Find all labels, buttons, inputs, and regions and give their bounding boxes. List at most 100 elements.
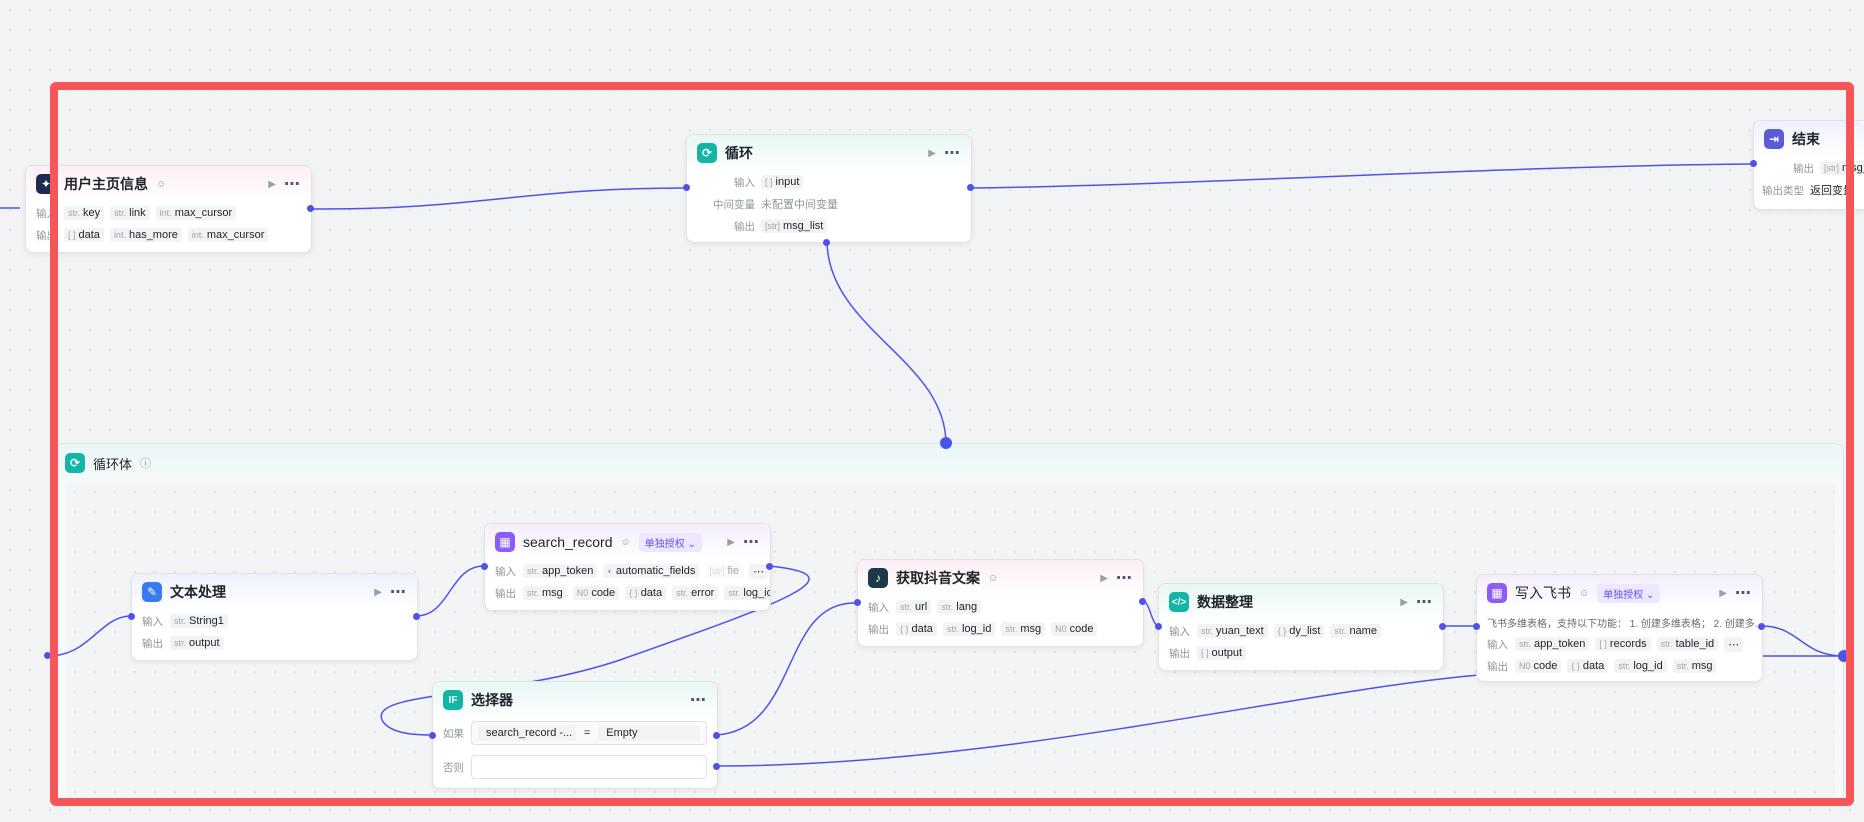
param-tag: N0 code — [572, 586, 620, 600]
play-icon[interactable]: ▶ — [268, 179, 276, 190]
input-port[interactable] — [1473, 623, 1480, 630]
input-label: 输入 — [36, 207, 57, 220]
output-port[interactable] — [1758, 623, 1765, 630]
more-icon[interactable]: ⋯ — [944, 143, 961, 163]
loop-body-start-port[interactable] — [44, 652, 51, 659]
node-text-processing[interactable]: ✎ 文本处理 ▶ ⋯ 输入 str. String1 输出 str. output — [131, 573, 418, 661]
else-output-port[interactable] — [713, 763, 720, 770]
param-type: [str] — [1824, 163, 1839, 173]
input-port[interactable] — [1155, 623, 1162, 630]
param-tag: { } data — [1567, 659, 1609, 673]
param-name: String1 — [189, 615, 224, 627]
more-icon[interactable]: ⋯ — [284, 174, 301, 194]
param-type: str. — [527, 566, 540, 576]
auth-badge[interactable]: 单独授权 ⌄ — [638, 532, 702, 552]
param-type: str. — [174, 616, 187, 626]
condition-operator[interactable]: = — [584, 727, 590, 739]
table-icon: ▦ — [495, 532, 515, 552]
param-name: dy_list — [1289, 625, 1321, 637]
param-type: str. — [1005, 624, 1018, 634]
param-tag: str. msg — [1001, 622, 1046, 636]
param-name: msg_li — [1842, 162, 1864, 174]
node-title: 结束 — [1792, 131, 1820, 147]
more-icon[interactable]: ⋯ — [1735, 583, 1752, 603]
node-loop[interactable]: ⟳ 循环 ▶ ⋯ 输入 [ ] input 中间变量 未配置中间变量 输出 [st… — [686, 134, 972, 243]
param-type: N0 — [1519, 661, 1531, 671]
node-feishu-write[interactable]: ▦ 写入飞书 ☺ 单独授权 ⌄ ▶ ⋯ 飞书多维表格，支持以下功能： 1. 创建… — [1476, 574, 1763, 682]
else-row[interactable] — [471, 755, 707, 779]
play-icon[interactable]: ▶ — [727, 537, 735, 548]
loop-body-port[interactable] — [940, 437, 952, 449]
input-port[interactable] — [854, 599, 861, 606]
play-icon[interactable]: ▶ — [374, 587, 382, 598]
loop-body-out-port[interactable] — [823, 239, 830, 246]
param-name: name — [1349, 625, 1377, 637]
loop-body-end-port[interactable] — [1838, 650, 1850, 662]
plugin-icon: ☺ — [620, 536, 631, 548]
auth-label: 单独授权 — [644, 538, 685, 550]
node-end[interactable]: ⇥ 结束 输出 [str]msg_li 输出类型 返回变量 — [1753, 120, 1864, 210]
input-label: 输入 — [734, 176, 755, 189]
param-type: [str] — [709, 566, 725, 576]
param-tag: [ ] input — [761, 175, 804, 189]
app-icon: ♪ — [868, 568, 888, 588]
param-tag: str. name — [1330, 624, 1381, 638]
node-user-profile[interactable]: ✦ 用户主页信息 ☺ ▶ ⋯ 输入 str. key str. link int. m… — [25, 165, 312, 253]
param-tag: N0 code — [1515, 659, 1562, 673]
node-data-organize[interactable]: </> 数据整理 ▶ ⋯ 输入 str. yuan_text { } dy_list… — [1158, 583, 1444, 671]
more-icon[interactable]: ⋯ — [1116, 568, 1133, 588]
input-port[interactable] — [429, 732, 436, 739]
if-output-port[interactable] — [713, 732, 720, 739]
param-type: str. — [527, 588, 540, 598]
edge-loop-to-end — [969, 163, 1754, 189]
more-icon[interactable]: ⋯ — [743, 532, 760, 552]
param-type: [ ] — [1201, 648, 1209, 658]
output-port[interactable] — [766, 563, 773, 570]
param-type: str. — [1676, 661, 1689, 671]
edge-feishu-to-end — [1760, 625, 1844, 657]
input-label: 输入 — [1487, 638, 1508, 651]
node-title: search_record — [523, 534, 613, 550]
auth-badge[interactable]: 单独授权 ⌄ — [1597, 583, 1661, 603]
output-port[interactable] — [307, 205, 314, 212]
param-tag: str. app_token — [523, 564, 598, 578]
node-description: 飞书多维表格，支持以下功能： 1. 创建多维表格； 2. 创建多... — [1487, 618, 1762, 630]
param-type: [str] — [765, 221, 780, 231]
param-name: has_more — [128, 229, 178, 241]
input-port[interactable] — [128, 613, 135, 620]
more-icon[interactable]: ⋯ — [1416, 592, 1433, 612]
output-port[interactable] — [1439, 623, 1446, 630]
node-title: 用户主页信息 — [64, 176, 148, 192]
param-name: msg_list — [783, 220, 824, 232]
more-params-icon[interactable]: ⋯ — [1724, 636, 1744, 652]
plugin-icon: ☺ — [156, 178, 167, 190]
output-port[interactable] — [967, 184, 974, 191]
node-selector[interactable]: IF 选择器 ⋯ 如果 search_record -... = Empty 否… — [432, 681, 718, 789]
param-name: app_token — [542, 565, 594, 577]
condition-row[interactable]: search_record -... = Empty — [471, 721, 707, 745]
param-type: [ ] — [68, 230, 76, 240]
play-icon[interactable]: ▶ — [928, 148, 936, 159]
more-icon[interactable]: ⋯ — [390, 582, 407, 602]
output-port[interactable] — [1139, 598, 1146, 605]
if-icon: IF — [443, 690, 463, 710]
param-type: str. — [1618, 661, 1631, 671]
condition-left[interactable]: search_record -... — [478, 725, 576, 741]
output-port[interactable] — [413, 613, 420, 620]
condition-right[interactable]: Empty — [598, 725, 700, 741]
param-tag: [str] msg_list — [761, 219, 828, 233]
param-name: automatic_fields — [615, 565, 696, 577]
input-port[interactable] — [1750, 160, 1757, 167]
node-search-record[interactable]: ▦ search_record ☺ 单独授权 ⌄ ▶ ⋯ 输入 str. app_… — [484, 523, 771, 611]
param-tag: [ ] data — [64, 228, 104, 242]
input-port[interactable] — [683, 184, 690, 191]
play-icon[interactable]: ▶ — [1719, 588, 1727, 599]
param-name: data — [911, 623, 933, 635]
play-icon[interactable]: ▶ — [1400, 597, 1408, 608]
play-icon[interactable]: ▶ — [1100, 573, 1108, 584]
input-port[interactable] — [481, 563, 488, 570]
node-douyin[interactable]: ♪ 获取抖音文案 ☺ ▶ ⋯ 输入 str. url str. lang 输出 { … — [857, 559, 1144, 647]
param-type: int. — [191, 230, 204, 240]
more-icon[interactable]: ⋯ — [690, 690, 707, 710]
param-name: key — [83, 207, 101, 219]
